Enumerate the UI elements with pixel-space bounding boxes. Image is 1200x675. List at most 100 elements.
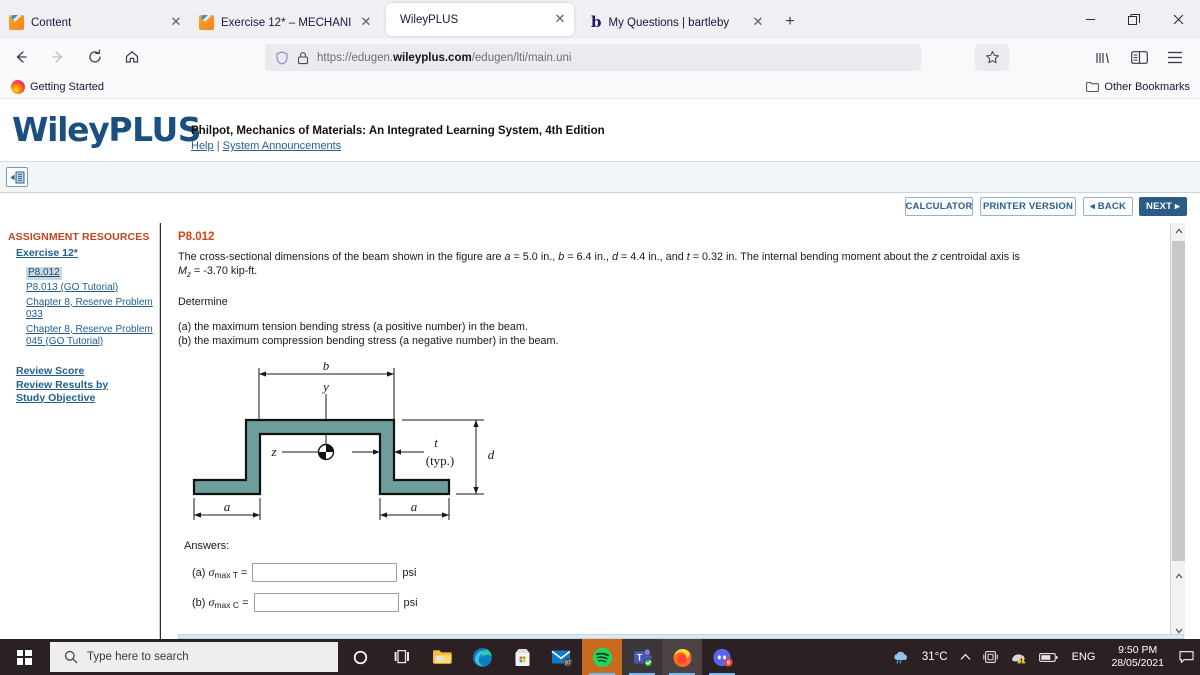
window-controls: [1068, 0, 1200, 39]
maximize-button[interactable]: [1112, 3, 1156, 37]
label-a-left: a: [224, 499, 231, 514]
wileyplus-body: ASSIGNMENT RESOURCES Exercise 12* P8.012…: [0, 223, 1200, 639]
reload-icon[interactable]: [79, 42, 111, 72]
scroll-up-secondary-icon[interactable]: [1171, 568, 1185, 584]
centroid-marker: [317, 443, 335, 461]
content-vertical-scrollbar[interactable]: [1170, 223, 1185, 639]
problem-content-frame: P8.012 The cross-sectional dimensions of…: [161, 223, 1185, 639]
collapse-panel-icon[interactable]: [6, 167, 28, 187]
scrollbar-thumb[interactable]: [1172, 241, 1185, 561]
forward-icon[interactable]: [42, 42, 74, 72]
star-icon[interactable]: [975, 44, 1009, 71]
sidebar-item-p8-012[interactable]: P8.012: [26, 267, 62, 280]
search-icon: [64, 650, 78, 664]
sidebar-item-review-results[interactable]: Review Results by Study Objective: [16, 379, 126, 404]
sidebar-item-reserve-problem-045[interactable]: Chapter 8, Reserve Problem 045 (GO Tutor…: [26, 324, 153, 349]
search-placeholder: Type here to search: [87, 651, 189, 663]
tab-close-icon[interactable]: ✕: [358, 15, 374, 31]
sidebar-item-reserve-problem-033[interactable]: Chapter 8, Reserve Problem 033: [26, 297, 153, 322]
firefox-icon[interactable]: [662, 639, 702, 675]
tab-title: Content: [31, 16, 72, 29]
sidebar-title: ASSIGNMENT RESOURCES: [8, 231, 150, 243]
microsoft-edge-icon[interactable]: [462, 639, 502, 675]
answer-b-input[interactable]: [253, 593, 399, 613]
tab-close-icon[interactable]: ✕: [750, 15, 766, 31]
minimize-button[interactable]: [1068, 3, 1112, 37]
discord-icon[interactable]: 9: [702, 639, 742, 675]
new-tab-button[interactable]: +: [776, 8, 804, 36]
hamburger-menu-icon[interactable]: [1158, 44, 1192, 71]
shield-icon[interactable]: [275, 50, 289, 65]
bookmark-other-bookmarks[interactable]: Other Bookmarks: [1086, 81, 1190, 93]
browser-tab-wileyplus[interactable]: WileyPLUS ✕: [386, 3, 574, 36]
microsoft-store-icon[interactable]: [502, 639, 542, 675]
wileyplus-action-bar: CALCULATOR PRINTER VERSION ◂ BACK NEXT ▸: [0, 193, 1200, 223]
printer-version-button[interactable]: PRINTER VERSION: [980, 197, 1076, 216]
sidebar-item-exercise-12[interactable]: Exercise 12*: [16, 247, 153, 259]
help-link[interactable]: Help: [191, 140, 214, 152]
battery-icon[interactable]: [1033, 639, 1064, 675]
svg-text:T: T: [636, 652, 642, 662]
sidebar-item-review-score[interactable]: Review Score: [16, 365, 153, 378]
wileyplus-header: WileyPLUS Philpot, Mechanics of Material…: [0, 99, 1200, 161]
wileyplus-toolbar: [0, 161, 1200, 193]
home-icon[interactable]: [116, 42, 148, 72]
onedrive-icon[interactable]: [977, 639, 1004, 675]
tab-title: WileyPLUS: [400, 13, 459, 26]
clock[interactable]: 9:50 PM 28/05/2021: [1103, 644, 1172, 670]
browser-tab-content[interactable]: Content ✕: [0, 6, 190, 39]
scroll-up-icon[interactable]: [1171, 223, 1185, 239]
mail-badge-count: 97: [564, 660, 570, 666]
answer-a-input[interactable]: [252, 563, 398, 583]
sidebar-item-p8-013[interactable]: P8.013 (GO Tutorial): [26, 282, 153, 295]
back-button[interactable]: ◂ BACK: [1083, 197, 1133, 216]
system-announcements-link[interactable]: System Announcements: [223, 140, 342, 152]
back-icon[interactable]: [5, 42, 37, 72]
spotify-icon[interactable]: [582, 639, 622, 675]
problem-part-a: (a) the maximum tension bending stress (…: [178, 321, 528, 334]
microsoft-teams-icon[interactable]: T: [622, 639, 662, 675]
problem-content: P8.012 The cross-sectional dimensions of…: [161, 223, 1161, 613]
windows-start-icon[interactable]: [0, 639, 48, 675]
notification-icon[interactable]: [1172, 650, 1200, 664]
browser-tab-bartleby[interactable]: b My Questions | bartleby ✕: [582, 6, 772, 39]
label-typ: (typ.): [426, 453, 455, 468]
mail-icon[interactable]: 97: [542, 639, 582, 675]
problem-id: P8.012: [178, 231, 215, 243]
network-warning-icon[interactable]: [1004, 639, 1033, 675]
file-explorer-icon[interactable]: [422, 639, 462, 675]
tab-close-icon[interactable]: ✕: [168, 15, 184, 31]
task-view-icon[interactable]: [382, 639, 422, 675]
problem-statement: The cross-sectional dimensions of the be…: [178, 251, 1020, 280]
tab-close-icon[interactable]: ✕: [552, 12, 568, 28]
sidebar-icon[interactable]: [1122, 44, 1156, 71]
system-tray: 31°C ENG 9:50 PM 28/05/2021: [886, 639, 1200, 675]
answer-b-label: (b) σmax C =: [192, 595, 249, 611]
bookmark-getting-started[interactable]: Getting Started: [4, 79, 111, 94]
bookmark-label: Getting Started: [30, 80, 104, 93]
label-z: z: [270, 444, 276, 459]
next-button[interactable]: NEXT ▸: [1139, 197, 1187, 216]
address-bar[interactable]: https://edugen.wileyplus.com/edugen/lti/…: [265, 44, 921, 71]
problem-part-b: (b) the maximum compression bending stre…: [178, 335, 559, 348]
library-icon[interactable]: [1086, 44, 1120, 71]
label-a-right: a: [411, 499, 418, 514]
close-button[interactable]: [1156, 3, 1200, 37]
cloud-weather-icon[interactable]: [886, 639, 916, 675]
cortana-circle-icon[interactable]: [338, 639, 382, 675]
bartleby-icon: b: [591, 13, 602, 31]
beam-cross-section-diagram: b y t (typ.) z d a a: [192, 362, 495, 521]
browser-tab-exercise12[interactable]: Exercise 12* – MECHANICS OF M ✕: [190, 6, 380, 39]
clock-date: 28/05/2021: [1111, 657, 1164, 669]
language-indicator[interactable]: ENG: [1064, 639, 1104, 675]
calculator-button[interactable]: CALCULATOR: [905, 197, 973, 216]
document-edit-icon: [9, 15, 24, 30]
clock-time: 9:50 PM: [1118, 644, 1158, 656]
chevron-up-icon[interactable]: [954, 639, 977, 675]
answer-a-label: (a) σmax T =: [192, 565, 248, 581]
taskbar-search-box[interactable]: Type here to search: [50, 642, 338, 672]
lock-icon[interactable]: [297, 51, 309, 65]
